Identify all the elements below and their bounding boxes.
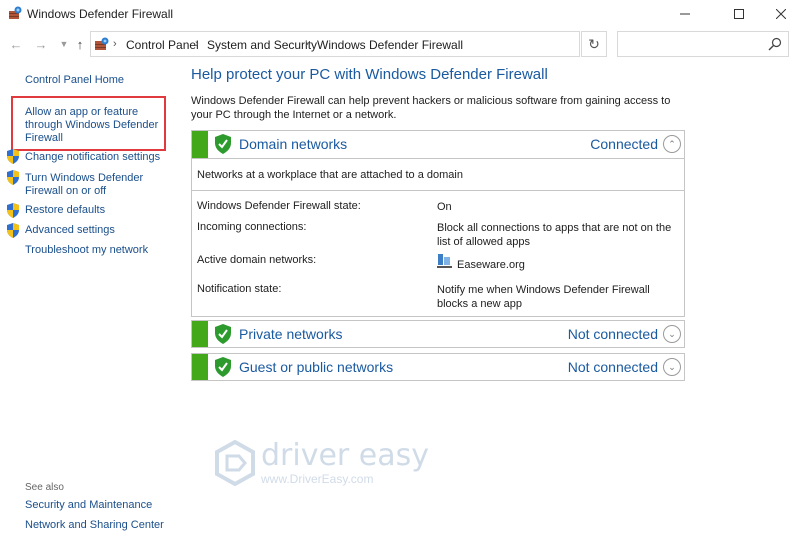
watermark-brand: driver easy: [261, 438, 430, 473]
advanced-settings-link[interactable]: Advanced settings: [25, 224, 115, 237]
maximize-icon: [734, 9, 744, 19]
detail-value: Notify me when Windows Defender Firewall…: [437, 284, 650, 310]
breadcrumb-control-panel[interactable]: Control Panel: [126, 38, 199, 52]
chevron-down-icon[interactable]: ⌄: [663, 358, 681, 376]
detail-label: Incoming connections:: [197, 221, 307, 233]
network-status: Not connected: [567, 326, 658, 342]
network-name: Guest or public networks: [239, 359, 394, 375]
close-button[interactable]: [762, 0, 800, 28]
close-icon: [776, 9, 786, 19]
domain-network-icon: [437, 254, 452, 268]
window-title: Windows Defender Firewall: [27, 7, 174, 21]
minimize-button[interactable]: [662, 0, 708, 28]
private-networks-header[interactable]: Private networks Not connected ⌄: [192, 321, 684, 348]
allow-app-link-line: through Windows Defender: [25, 119, 159, 131]
network-description: Networks at a workplace that are attache…: [197, 169, 463, 181]
control-panel-icon: [95, 37, 109, 50]
recent-locations-chevron-icon[interactable]: ▼: [56, 36, 72, 52]
breadcrumb-separator-icon[interactable]: ›: [195, 38, 199, 50]
security-maintenance-link[interactable]: Security and Maintenance: [25, 499, 152, 512]
minimize-icon: [680, 13, 690, 15]
refresh-icon: ↻: [588, 35, 600, 52]
domain-networks-details: Networks at a workplace that are attache…: [192, 158, 684, 318]
detail-label: Windows Defender Firewall state:: [197, 200, 361, 212]
allow-app-link-line: Allow an app or feature: [25, 106, 139, 118]
uac-shield-icon: [7, 223, 19, 238]
detail-label: Active domain networks:: [197, 254, 317, 266]
domain-networks-panel: Domain networks Connected ⌃ Networks at …: [191, 130, 685, 317]
uac-shield-icon: [7, 149, 19, 164]
network-name: Domain networks: [239, 136, 348, 152]
refresh-button[interactable]: ↻: [581, 31, 607, 57]
control-panel-home-link[interactable]: Control Panel Home: [25, 74, 124, 87]
guest-public-networks-header[interactable]: Guest or public networks Not connected ⌄: [192, 354, 684, 381]
search-icon: [768, 37, 782, 51]
divider: [192, 190, 684, 191]
see-also-heading: See also: [25, 482, 64, 493]
uac-shield-icon: [7, 170, 19, 185]
detail-value: Block all connections to apps that are n…: [437, 222, 672, 248]
chevron-down-icon[interactable]: ⌄: [663, 325, 681, 343]
allow-app-link[interactable]: Allow an app or feature through Windows …: [25, 106, 158, 145]
breadcrumb-firewall[interactable]: Windows Defender Firewall: [317, 38, 463, 52]
search-input[interactable]: [617, 31, 789, 57]
change-notification-settings-link[interactable]: Change notification settings: [25, 151, 160, 164]
firewall-app-icon: [9, 6, 22, 19]
network-status: Not connected: [567, 359, 658, 375]
breadcrumb-separator-icon[interactable]: ›: [113, 38, 117, 50]
maximize-button[interactable]: [716, 0, 762, 28]
domain-networks-header[interactable]: Domain networks Connected ⌃: [192, 131, 684, 158]
chevron-up-icon[interactable]: ⌃: [663, 135, 681, 153]
uac-shield-icon: [7, 203, 19, 218]
green-shield-check-icon: [215, 324, 231, 344]
driver-easy-logo-icon: [215, 440, 255, 486]
breadcrumb-system-security[interactable]: System and Security: [207, 38, 317, 52]
turn-firewall-on-off-link[interactable]: Turn Windows Defender Firewall on or off: [25, 172, 143, 198]
left-pane: Control Panel Home Allow an app or featu…: [0, 62, 180, 549]
network-sharing-center-link[interactable]: Network and Sharing Center: [25, 519, 164, 532]
network-status: Connected: [590, 136, 658, 152]
navigation-bar: ← → ▼ ↑ › Control Panel › System and Sec…: [0, 28, 800, 62]
watermark-url: www.DriverEasy.com: [261, 472, 374, 486]
forward-arrow-icon[interactable]: →: [33, 36, 49, 52]
intro-text: Windows Defender Firewall can help preve…: [191, 95, 671, 121]
title-bar: Windows Defender Firewall: [0, 0, 800, 28]
detail-value: Easeware.org: [457, 259, 525, 271]
guest-public-networks-panel: Guest or public networks Not connected ⌄: [191, 353, 685, 381]
turn-firewall-link-line: Turn Windows Defender: [25, 172, 144, 184]
network-name: Private networks: [239, 326, 343, 342]
watermark: driver easy www.DriverEasy.com: [213, 438, 429, 490]
up-arrow-icon[interactable]: ↑: [72, 36, 88, 52]
troubleshoot-network-link[interactable]: Troubleshoot my network: [25, 244, 148, 257]
address-bar[interactable]: › Control Panel › System and Security › …: [90, 31, 661, 57]
back-arrow-icon[interactable]: ←: [8, 36, 24, 52]
restore-defaults-link[interactable]: Restore defaults: [25, 204, 105, 217]
breadcrumb-separator-icon[interactable]: ›: [305, 38, 309, 50]
turn-firewall-link-line: Firewall on or off: [25, 185, 107, 197]
page-title: Help protect your PC with Windows Defend…: [191, 66, 548, 83]
allow-app-link-line: Firewall: [25, 132, 63, 144]
green-shield-check-icon: [215, 134, 231, 154]
green-shield-check-icon: [215, 357, 231, 377]
detail-label: Notification state:: [197, 283, 282, 295]
private-networks-panel: Private networks Not connected ⌄: [191, 320, 685, 348]
detail-value: On: [437, 201, 452, 213]
